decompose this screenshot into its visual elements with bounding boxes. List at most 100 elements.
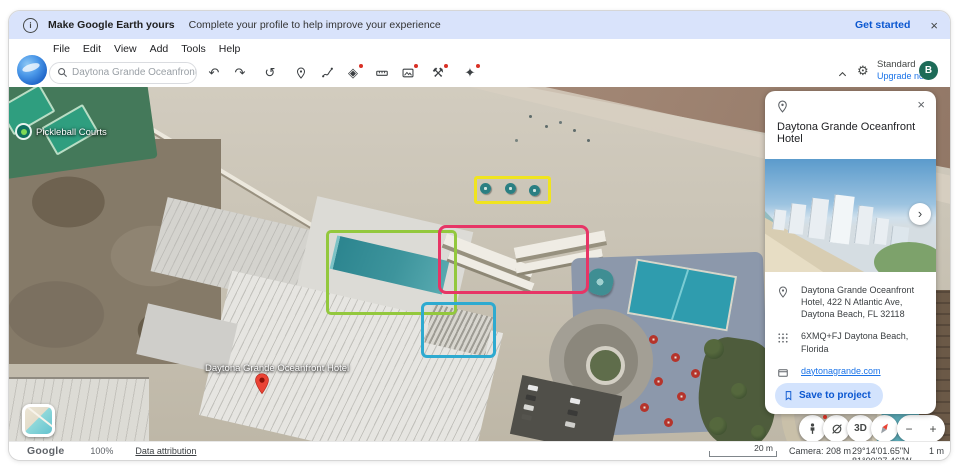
settings-gear-icon[interactable]: ⚙ [857, 63, 869, 79]
umbrella-imagery [640, 403, 649, 412]
website-icon [777, 365, 801, 384]
pickleball-courts-label[interactable]: Pickleball Courts [36, 127, 107, 138]
ai-sparkle-button[interactable]: ✦ [461, 64, 479, 82]
data-attribution-link[interactable]: Data attribution [135, 446, 196, 456]
orbit-button[interactable] [823, 415, 850, 441]
map-scale: 20 m [707, 442, 779, 460]
chevron-up-icon [837, 69, 848, 80]
tree-imagery [709, 417, 727, 435]
zoom-in-button[interactable]: + [929, 422, 936, 436]
banner-title: Make Google Earth yours [48, 19, 175, 31]
orbit-off-icon [830, 422, 844, 436]
overview-map-inset[interactable] [22, 404, 55, 437]
path-icon [321, 66, 334, 79]
tree-imagery [751, 425, 766, 440]
google-earth-window: i Make Google Earth yours Complete your … [8, 10, 951, 461]
compass-needle-icon [874, 418, 895, 439]
hotel-map-label[interactable]: Daytona Grande Oceanfront Hotel [205, 363, 349, 374]
address-text: Daytona Grande Oceanfront Hotel, 422 N A… [801, 284, 926, 320]
image-icon [401, 66, 415, 80]
pegman-icon [806, 422, 819, 435]
camera-altitude: Camera: 208 m [789, 446, 851, 456]
umbrella-imagery [654, 377, 663, 386]
get-started-link[interactable]: Get started [855, 19, 910, 31]
compass[interactable] [871, 415, 898, 441]
snapshot-button[interactable] [399, 64, 417, 82]
panel-header: × [765, 91, 936, 117]
utilities-button[interactable]: ⚒ [429, 64, 447, 82]
menu-help[interactable]: Help [219, 43, 241, 55]
info-icon: i [23, 18, 38, 33]
place-photo[interactable]: › [765, 159, 936, 272]
measure-button[interactable] [373, 64, 391, 82]
redo-button[interactable]: ↷ [231, 64, 249, 82]
placemark-icon [295, 67, 307, 79]
menu-edit[interactable]: Edit [83, 43, 101, 55]
screenshot-stage: i Make Google Earth yours Complete your … [0, 0, 959, 471]
undo-button[interactable]: ↶ [205, 64, 223, 82]
placemark-button[interactable] [292, 64, 310, 82]
photo-building [854, 205, 874, 245]
account-avatar[interactable]: B [919, 61, 938, 80]
annotation-rect-yellow[interactable] [474, 176, 551, 204]
layers-button[interactable]: ◈ [344, 64, 362, 82]
umbrella-imagery [649, 335, 658, 344]
collapse-toolbar-button[interactable] [833, 65, 851, 83]
umbrella-imagery [664, 418, 673, 427]
photo-building [772, 209, 786, 230]
photo-building [807, 198, 829, 240]
menu-tools[interactable]: Tools [181, 43, 206, 55]
banner-close-icon[interactable]: × [930, 19, 938, 32]
place-pin-icon [776, 100, 789, 113]
car-imagery [565, 421, 576, 428]
map-viewport[interactable]: Pickleball Courts Daytona Grande Oceanfr… [9, 87, 950, 441]
pegman-button[interactable] [799, 415, 826, 441]
menu-file[interactable]: File [53, 43, 70, 55]
zoom-percentage: 100% [90, 446, 113, 456]
google-earth-logo[interactable] [17, 55, 47, 85]
landscape-island-imagery [586, 346, 625, 385]
umbrella-imagery [671, 353, 680, 362]
car-imagery [523, 404, 534, 411]
annotation-rect-cyan[interactable] [421, 302, 496, 358]
red-map-pin[interactable] [254, 373, 270, 395]
annotation-rect-pink[interactable] [438, 225, 589, 294]
car-imagery [527, 385, 538, 392]
photo-next-button[interactable]: › [909, 203, 931, 225]
tree-imagery [704, 339, 724, 359]
save-to-project-button[interactable]: Save to project [775, 383, 883, 408]
zoom-out-button[interactable]: − [905, 422, 912, 436]
scale-bracket [709, 451, 777, 457]
umbrella-imagery [691, 369, 700, 378]
menu-add[interactable]: Add [150, 43, 169, 55]
menu-bar: File Edit View Add Tools Help [9, 39, 950, 58]
status-bar: Google 100% Data attribution 20 m Camera… [9, 441, 950, 460]
menu-view[interactable]: View [114, 43, 137, 55]
photo-building [829, 194, 855, 244]
tree-imagery [731, 383, 747, 399]
3d-button[interactable]: 3D [847, 415, 874, 441]
car-imagery [525, 394, 536, 401]
address-row[interactable]: Daytona Grande Oceanfront Hotel, 422 N A… [765, 279, 936, 325]
path-button[interactable] [318, 64, 336, 82]
ruler-icon [375, 66, 389, 80]
place-info-panel: × Daytona Grande Oceanfront Hotel › [765, 91, 936, 414]
website-link[interactable]: daytonagrande.com [801, 365, 881, 377]
plus-code-row[interactable]: 6XMQ+FJ Daytona Beach, Florida [765, 325, 936, 359]
car-imagery [570, 398, 581, 405]
beach-objects-imagery [529, 115, 532, 118]
bookmark-icon [783, 390, 794, 401]
pickleball-poi-icon[interactable] [15, 123, 32, 140]
save-button-label: Save to project [799, 390, 871, 401]
address-pin-icon [777, 284, 801, 303]
search-input[interactable]: Daytona Grande Oceanfront Hot [49, 62, 197, 84]
car-imagery [521, 414, 532, 421]
toolbar: Daytona Grande Oceanfront Hot ↶ ↷ ↺ ◈ ⚒ … [9, 58, 950, 87]
banner-message: Complete your profile to help improve yo… [189, 19, 441, 31]
panel-close-icon[interactable]: × [917, 98, 925, 111]
photo-building [873, 218, 889, 245]
history-button[interactable]: ↺ [261, 64, 279, 82]
profile-banner: i Make Google Earth yours Complete your … [9, 11, 950, 39]
umbrella-imagery [677, 392, 686, 401]
photo-building [788, 203, 807, 235]
